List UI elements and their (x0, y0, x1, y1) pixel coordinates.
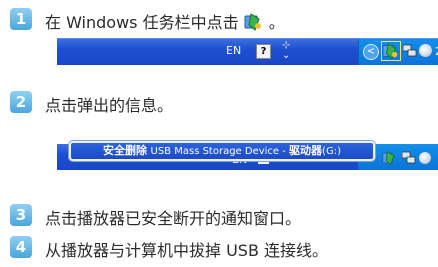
safely-remove-hardware-icon (244, 13, 261, 31)
step-2-text: 点击弹出的信息。 (45, 96, 174, 115)
balloon-device: USB Mass Storage Device - (150, 146, 290, 157)
system-tray: < 2 (358, 39, 438, 65)
language-bar-options-icon[interactable]: ⊹ ⌄ (282, 41, 290, 61)
step-3-badge: 3 (10, 204, 32, 226)
balloon-drive-letter: (G:) (322, 146, 341, 157)
balloon-drive-label: 驱动器 (289, 144, 323, 157)
step-1-suffix: 。 (268, 13, 285, 32)
safely-remove-balloon[interactable]: 安全删除 USB Mass Storage Device - 驱动器(G:) (69, 141, 375, 161)
safely-remove-hardware-icon (382, 43, 398, 59)
show-hidden-icons-button[interactable]: < (363, 44, 379, 60)
step-2-badge: 2 (10, 91, 32, 113)
help-icon[interactable]: ? (256, 44, 271, 59)
network-icon[interactable] (402, 151, 416, 165)
step-4-badge: 4 (10, 236, 32, 258)
step-4-text: 从播放器与计算机中拔掉 USB 连接线。 (45, 241, 329, 260)
safely-remove-hardware-tray-button[interactable] (381, 41, 401, 61)
step-1-text: 在 Windows 任务栏中点击 (45, 13, 239, 32)
step-1-badge: 1 (10, 8, 32, 30)
step-3-text: 点击播放器已安全断开的通知窗口。 (45, 209, 302, 228)
network-icon[interactable] (403, 44, 417, 58)
language-indicator[interactable]: EN (226, 44, 241, 57)
taskbar-step-1: EN ? ⊹⌄ < 2 (57, 38, 438, 65)
balloon-prefix: 安全删除 (103, 144, 148, 157)
speaker-globe-icon[interactable] (419, 44, 432, 57)
safely-remove-hardware-icon[interactable] (382, 150, 398, 166)
speaker-globe-icon[interactable] (419, 152, 431, 164)
step-1-text-row: 在 Windows 任务栏中点击 。 (45, 9, 285, 33)
